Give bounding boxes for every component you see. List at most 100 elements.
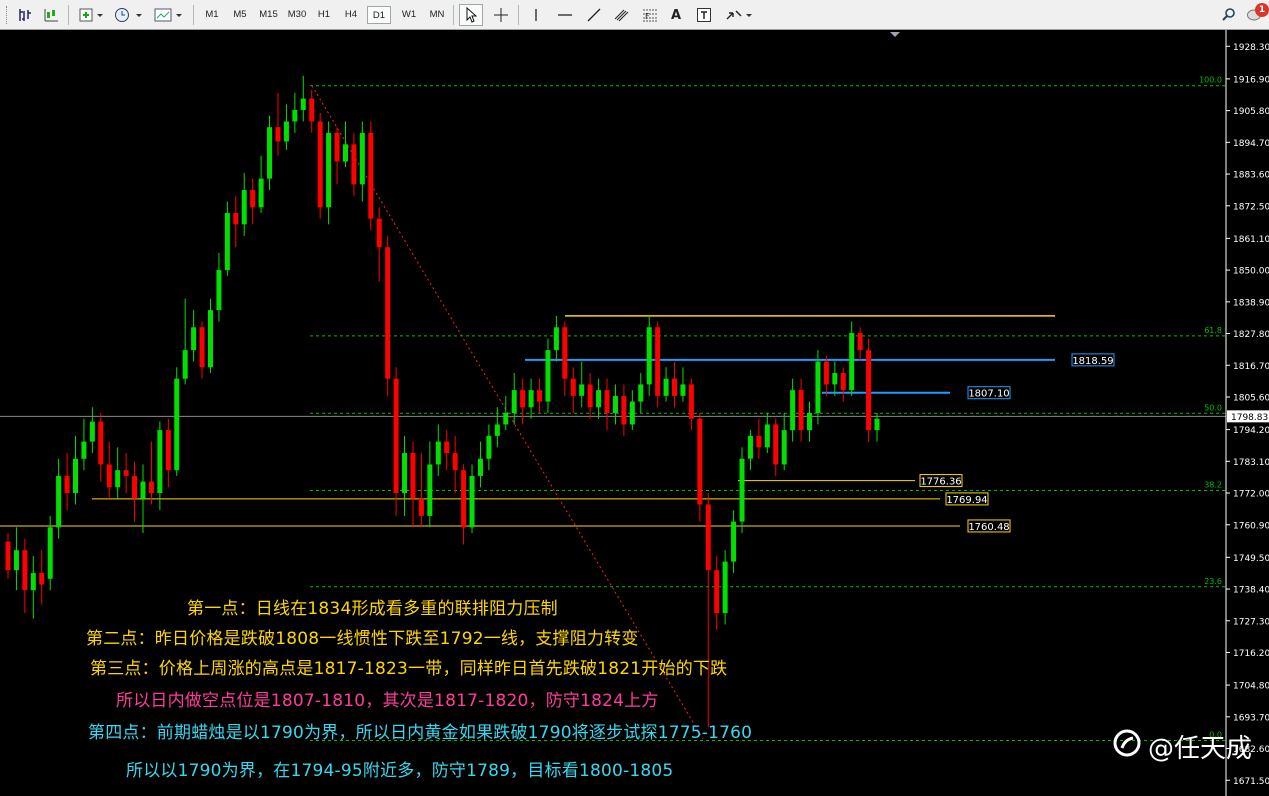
candle-body [461,470,467,528]
candle-body [351,144,357,185]
candle-body [621,395,627,425]
vertical-line-button[interactable] [526,4,546,26]
price-tag-label: 1818.59 [1072,356,1113,367]
analysis-note-1: 第一点：日线在1834形成看多重的联排阻力压制 [187,599,558,619]
candle-body [199,327,205,368]
candle-body [47,527,53,579]
candle-body [494,424,500,436]
candle-body [224,212,230,271]
analysis-note-3: 第三点：价格上周涨的高点是1817-1823一带，同样昨日首先跌破1821开始的… [90,659,728,679]
candle-body [250,190,256,208]
candle-body [511,390,517,413]
candle-body [233,212,239,225]
candle-body [469,475,475,528]
price-tag-label: 1760.48 [968,522,1009,533]
timeframe-m1[interactable]: M1 [200,6,224,24]
candle-body [697,418,703,505]
y-axis-tick-label: 1693.70 [1233,713,1269,723]
candle-body [849,332,855,391]
candle-body [309,98,315,122]
text-tool-button[interactable]: A [666,4,686,26]
candle-body [503,413,509,425]
chart-candles-button[interactable] [40,4,62,26]
fibonacci-icon: F [643,9,657,22]
fib-level-label: 50.0 [1204,403,1222,412]
horizontal-line-button[interactable] [553,4,577,26]
timeframe-mn[interactable]: MN [424,6,450,24]
candle-body [241,190,247,225]
y-axis-tick-label: 1827.80 [1233,330,1269,340]
price-tag-label: 1807.10 [968,389,1009,400]
clock-button[interactable] [112,4,146,26]
search-button[interactable] [1218,4,1240,26]
timeframe-m15[interactable]: M15 [255,6,282,24]
candle-body [359,132,365,185]
candle-body [798,390,804,431]
cursor-button[interactable] [459,4,483,26]
candle-body [106,464,112,488]
toolbar-grip [6,4,9,26]
candle-body [148,481,154,494]
candle-body [157,430,163,494]
y-axis-tick-label: 1883.60 [1233,171,1269,181]
watermark-text: @任天成 [1148,733,1253,764]
new-chart-button[interactable] [76,4,106,26]
candle-body [174,378,180,471]
y-axis-tick-label: 1928.30 [1233,43,1269,53]
candle-body [191,327,197,351]
candle-body [216,270,222,311]
timeframe-d1[interactable]: D1 [367,6,391,24]
timeframe-m30[interactable]: M30 [284,6,310,24]
candle-body [773,424,779,465]
fib-level-label: 100.0 [1199,76,1222,85]
y-axis-tick-label: 1905.80 [1233,107,1269,117]
channel-icon [614,9,629,22]
y-axis-tick-label: 1772.00 [1233,490,1269,500]
candle-body [435,441,441,465]
candle-body [317,121,323,208]
candle-body [30,573,36,591]
candle-body [587,384,593,408]
candle-body [402,453,408,494]
candle-body [342,144,348,162]
candle-body [410,453,416,499]
candle-body [832,372,838,385]
toolbar: M1 M5 M15 M30 H1 H4 D1 W1 MN F A [0,0,1269,30]
arrows-button[interactable] [722,4,756,26]
candle-body [418,498,424,516]
price-chart[interactable]: 100.061.850.038.223.60.01818.591807.1017… [0,30,1269,796]
crosshair-button[interactable] [489,4,513,26]
candle-body [823,361,829,385]
y-axis-tick-label: 1816.70 [1233,362,1269,372]
candle-body [326,132,332,208]
timeframe-h1[interactable]: H1 [313,6,335,24]
candle-body [376,218,382,248]
candle-body [72,458,78,494]
y-axis-tick-label: 1671.50 [1233,777,1269,787]
candle-body [604,390,610,413]
current-price-label: 1798.83 [1231,413,1268,423]
candle-body [267,127,273,179]
text-label-icon [697,8,711,22]
analysis-note-2: 第二点：昨日价格是跌破1808一线惯性下跌至1792一线，支撑阻力转变 [86,629,639,649]
candle-body [123,470,129,476]
timeframe-h4[interactable]: H4 [340,6,362,24]
trendline-button[interactable] [582,4,606,26]
candle-body [874,418,880,431]
chart-bars-button[interactable] [14,4,36,26]
timeframe-m5[interactable]: M5 [228,6,252,24]
svg-text:F: F [645,12,650,21]
timeframe-w1[interactable]: W1 [397,6,421,24]
candle-body [385,247,391,379]
candle-body [393,378,399,494]
template-button[interactable] [152,4,186,26]
text-label-button[interactable] [692,4,716,26]
candle-body [781,430,787,465]
y-axis-tick-label: 1760.90 [1233,521,1269,531]
candle-body [368,132,374,219]
fibonacci-button[interactable]: F [638,4,662,26]
channel-button[interactable] [610,4,634,26]
candle-body [520,390,526,408]
candle-body [283,121,289,142]
bar-chart-icon [19,9,31,21]
